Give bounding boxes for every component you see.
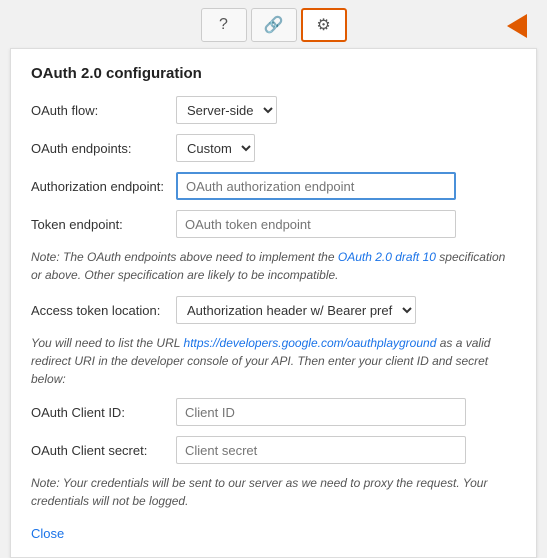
auth-endpoint-label: Authorization endpoint:	[31, 179, 176, 194]
playground-url-link[interactable]: https://developers.google.com/oauthplayg…	[184, 336, 437, 350]
auth-endpoint-row: Authorization endpoint:	[31, 172, 516, 200]
oauth-panel: OAuth 2.0 configuration OAuth flow: Serv…	[10, 48, 537, 558]
oauth-flow-select[interactable]: Server-side Client-side	[176, 96, 277, 124]
client-id-label: OAuth Client ID:	[31, 405, 176, 420]
oauth-flow-row: OAuth flow: Server-side Client-side	[31, 96, 516, 124]
oauth-flow-label: OAuth flow:	[31, 103, 176, 118]
link-icon: 🔗	[264, 15, 284, 35]
client-secret-row: OAuth Client secret:	[31, 436, 516, 464]
oauth-endpoints-row: OAuth endpoints: Custom Google	[31, 134, 516, 162]
client-secret-input[interactable]	[176, 436, 466, 464]
panel-title: OAuth 2.0 configuration	[31, 65, 516, 82]
arrow-indicator	[507, 12, 547, 40]
toolbar: ? 🔗 ⚙	[0, 0, 547, 48]
access-token-label: Access token location:	[31, 303, 176, 318]
settings-button[interactable]: ⚙	[301, 8, 347, 42]
note2-pre: You will need to list the URL	[31, 336, 184, 350]
client-id-row: OAuth Client ID:	[31, 398, 516, 426]
redirect-note: You will need to list the URL https://de…	[31, 334, 516, 388]
access-token-select[interactable]: Authorization header w/ Bearer prefix Qu…	[176, 296, 416, 324]
access-token-location-row: Access token location: Authorization hea…	[31, 296, 516, 324]
settings-icon: ⚙	[316, 15, 330, 35]
client-secret-label: OAuth Client secret:	[31, 443, 176, 458]
note3-text: Note: Your credentials will be sent to o…	[31, 476, 487, 508]
link-button[interactable]: 🔗	[251, 8, 297, 42]
credentials-note: Note: Your credentials will be sent to o…	[31, 474, 516, 510]
token-endpoint-input[interactable]	[176, 210, 456, 238]
auth-endpoint-input[interactable]	[176, 172, 456, 200]
oauth-endpoints-select[interactable]: Custom Google	[176, 134, 255, 162]
token-endpoint-row: Token endpoint:	[31, 210, 516, 238]
oauth-draft-link[interactable]: OAuth 2.0 draft 10	[338, 250, 436, 264]
note1-text-pre: Note: The OAuth endpoints above need to …	[31, 250, 338, 264]
oauth-endpoints-label: OAuth endpoints:	[31, 141, 176, 156]
endpoints-note: Note: The OAuth endpoints above need to …	[31, 248, 516, 284]
help-button[interactable]: ?	[201, 8, 247, 42]
token-endpoint-label: Token endpoint:	[31, 217, 176, 232]
help-icon: ?	[219, 16, 228, 34]
client-id-input[interactable]	[176, 398, 466, 426]
